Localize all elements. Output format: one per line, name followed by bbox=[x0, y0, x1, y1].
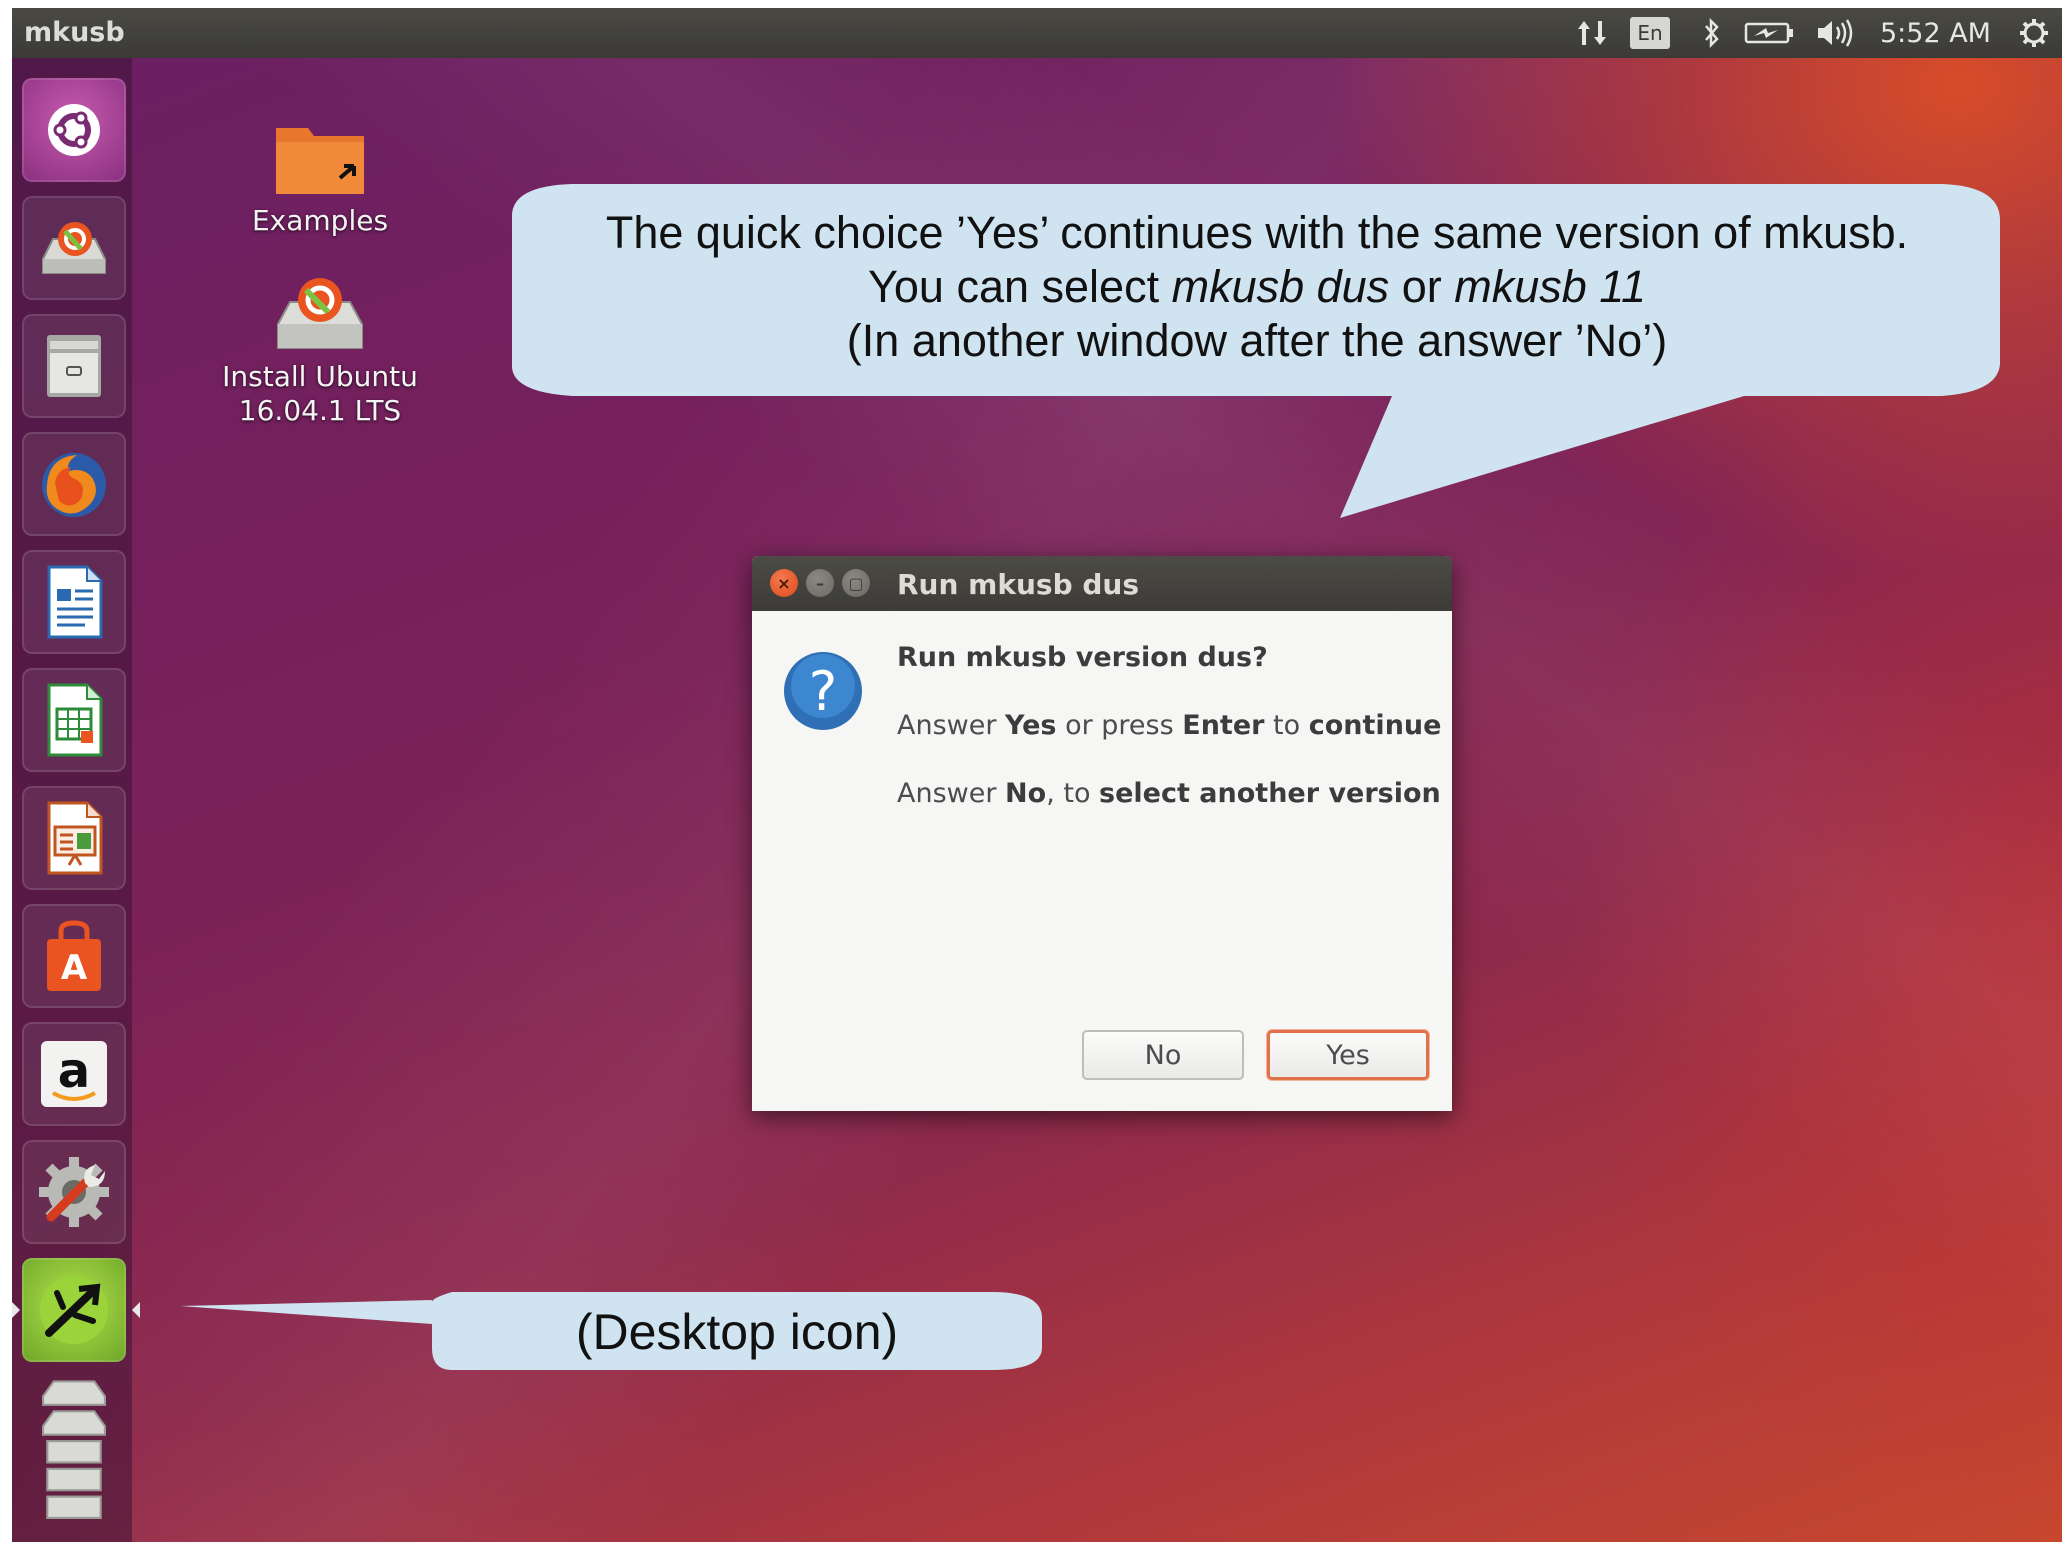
top-callout-line2-pre: You can select bbox=[868, 261, 1172, 312]
dialog-line-yes-text-f: continue bbox=[1308, 710, 1442, 741]
dialog-title: Run mkusb dus bbox=[897, 568, 1140, 601]
clock[interactable]: 5:52 AM bbox=[1880, 16, 1991, 50]
minimize-window-button[interactable]: – bbox=[806, 569, 834, 597]
dialog-line-yes: Answer Yes or press Enter to continue bbox=[897, 710, 1441, 741]
desktop-icon-examples[interactable]: Examples bbox=[210, 116, 430, 238]
top-callout-line1: The quick choice ’Yes’ continues with th… bbox=[605, 207, 1909, 258]
focused-indicator-icon bbox=[132, 1302, 140, 1318]
keyboard-layout-indicator[interactable]: En bbox=[1630, 17, 1670, 49]
desktop-icon-install-ubuntu[interactable]: Install Ubuntu 16.04.1 LTS bbox=[210, 266, 430, 428]
desktop-screen: mkusb En 5:52 AM A a Examples Install Ub… bbox=[12, 8, 2062, 1542]
no-button[interactable]: No bbox=[1082, 1030, 1244, 1080]
writer-launcher-button[interactable] bbox=[22, 550, 126, 654]
yes-button[interactable]: Yes bbox=[1267, 1030, 1429, 1080]
top-callout-line2: You can select mkusb dus or mkusb 11 bbox=[522, 260, 1992, 314]
dialog-line-yes-text-c: or press bbox=[1056, 710, 1183, 741]
volume-icon[interactable] bbox=[1812, 16, 1862, 50]
system-settings-icon bbox=[39, 1157, 109, 1227]
run-mkusb-dus-dialog: × – ▢ Run mkusb dus ? Run mkusb version … bbox=[752, 556, 1452, 1111]
mkusb-launcher-button[interactable] bbox=[22, 1258, 126, 1362]
software-center-launcher-button[interactable]: A bbox=[22, 904, 126, 1008]
dialog-line-yes-text-d: Enter bbox=[1182, 710, 1265, 741]
top-panel: mkusb En 5:52 AM bbox=[12, 8, 2062, 58]
dialog-line-no: Answer No, to select another version bbox=[897, 778, 1441, 809]
folder-icon bbox=[276, 128, 364, 194]
running-indicator-icon bbox=[12, 1302, 20, 1318]
libreoffice-impress-icon bbox=[47, 801, 103, 875]
dialog-line-yes-text-a: Answer bbox=[897, 710, 1006, 741]
battery-icon[interactable] bbox=[1742, 16, 1798, 50]
libreoffice-writer-icon bbox=[47, 565, 103, 639]
top-callout-line2-mid: or bbox=[1389, 261, 1455, 312]
install-ubuntu-icon bbox=[42, 222, 106, 274]
svg-text:?: ? bbox=[809, 660, 838, 723]
file-manager-launcher-button[interactable] bbox=[22, 314, 126, 418]
maximize-window-button[interactable]: ▢ bbox=[842, 569, 870, 597]
amazon-icon: a bbox=[41, 1041, 107, 1107]
firefox-icon bbox=[42, 453, 106, 517]
question-icon: ? bbox=[784, 652, 862, 730]
svg-text:A: A bbox=[61, 948, 88, 988]
install-ubuntu-launcher-button[interactable] bbox=[22, 196, 126, 300]
network-indicator-icon[interactable] bbox=[1572, 16, 1612, 50]
desktop-icon-label-line2: 16.04.1 LTS bbox=[238, 394, 402, 427]
desktop-icon-label-line1: Install Ubuntu bbox=[222, 360, 418, 393]
dialog-line-no-text-d: select another version bbox=[1099, 778, 1441, 809]
install-ubuntu-icon bbox=[277, 278, 363, 349]
file-manager-icon bbox=[47, 335, 101, 397]
maximize-icon: ▢ bbox=[848, 573, 864, 593]
libreoffice-calc-icon bbox=[47, 683, 103, 757]
system-settings-launcher-button[interactable] bbox=[22, 1140, 126, 1244]
svg-text:a: a bbox=[58, 1043, 90, 1099]
top-callout-text: The quick choice ’Yes’ continues with th… bbox=[522, 206, 1992, 368]
dialog-line-yes-text-b: Yes bbox=[1005, 710, 1057, 741]
trash-stack-icon bbox=[42, 1380, 106, 1519]
software-center-icon: A bbox=[47, 920, 101, 991]
dialog-line-yes-text-e: to bbox=[1264, 710, 1309, 741]
dialog-titlebar[interactable]: × – ▢ Run mkusb dus bbox=[752, 556, 1452, 611]
calc-launcher-button[interactable] bbox=[22, 668, 126, 772]
session-menu-icon[interactable] bbox=[2016, 16, 2052, 50]
dash-icon bbox=[48, 104, 100, 156]
impress-launcher-button[interactable] bbox=[22, 786, 126, 890]
close-icon: × bbox=[777, 573, 791, 593]
bottom-callout-text: (Desktop icon) bbox=[575, 1304, 899, 1360]
active-app-title: mkusb bbox=[24, 17, 125, 48]
dialog-line-no-text-a: Answer bbox=[897, 778, 1006, 809]
trash-stack-button[interactable] bbox=[22, 1368, 126, 1542]
top-callout-line2-em1: mkusb dus bbox=[1171, 261, 1390, 312]
bluetooth-icon[interactable] bbox=[1697, 16, 1727, 50]
dialog-heading: Run mkusb version dus? bbox=[897, 642, 1268, 673]
firefox-launcher-button[interactable] bbox=[22, 432, 126, 536]
desktop-icon-label: Examples bbox=[251, 204, 389, 237]
mkusb-icon bbox=[40, 1276, 108, 1344]
top-callout-line3: (In another window after the answer ’No’… bbox=[846, 315, 1668, 366]
top-callout-line2-em2: mkusb 11 bbox=[1454, 261, 1646, 312]
dialog-line-no-text-c: , to bbox=[1046, 778, 1100, 809]
dialog-line-no-text-b: No bbox=[1005, 778, 1047, 809]
dash-button[interactable] bbox=[22, 78, 126, 182]
minimize-icon: – bbox=[816, 573, 824, 593]
launcher: A a bbox=[12, 58, 140, 1542]
amazon-launcher-button[interactable]: a bbox=[22, 1022, 126, 1126]
close-window-button[interactable]: × bbox=[770, 569, 798, 597]
